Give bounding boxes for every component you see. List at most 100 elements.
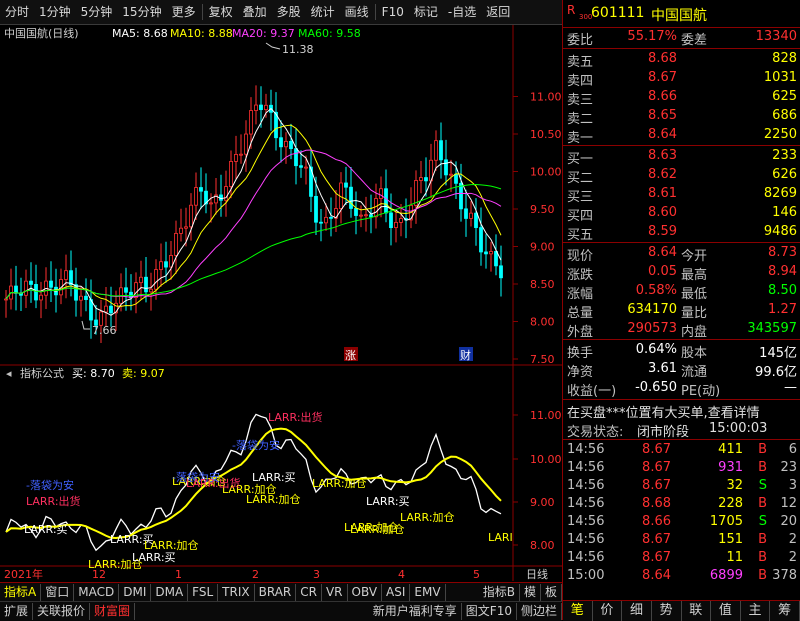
tick-side: B xyxy=(758,568,767,583)
indicator-tab-15[interactable]: 板 xyxy=(541,583,562,601)
price-axis-label: 8.50 xyxy=(530,278,555,291)
ask-price[interactable]: 8.64 xyxy=(648,127,677,142)
indicator-sell-value: 卖: 9.07 xyxy=(122,367,165,380)
quote-tab-5[interactable]: 值 xyxy=(711,601,741,621)
toolbar-item-8[interactable]: 统计 xyxy=(306,1,340,23)
signal-label: LARR:买 xyxy=(366,495,410,508)
indicator-tab-0[interactable]: 指标A xyxy=(0,583,42,601)
toolbar-item-9[interactable]: 画线 xyxy=(340,1,374,23)
stat-label-2: 流通 xyxy=(681,365,708,380)
notice-row[interactable]: 在买盘***位置有大买单,查看详情 xyxy=(563,402,800,421)
toolbar-item-7[interactable]: 多股 xyxy=(272,1,306,23)
trade-status-value: 闭市阶段 xyxy=(637,425,690,440)
indicator-tab-3[interactable]: DMI xyxy=(119,583,152,601)
tick-row: 14:56 8.66 1705 S 20 xyxy=(563,514,800,532)
toolbar-item-0[interactable]: 分时 xyxy=(0,1,34,23)
indicator-tab-2[interactable]: MACD xyxy=(74,583,120,601)
ask-price[interactable]: 8.68 xyxy=(648,51,677,66)
tick-volume: 6899 xyxy=(709,568,743,583)
tick-side: B xyxy=(758,532,767,547)
extension-tab-bar: 扩展 关联报价 财富圈 新用户福利专享 图文F10 侧边栏 xyxy=(0,601,562,621)
ma10-label: MA10: 8.88 xyxy=(170,27,233,40)
stat-value-2: — xyxy=(784,380,797,395)
extension-tab-4[interactable]: 图文F10 xyxy=(462,603,517,620)
toolbar-item-11[interactable]: 标记 xyxy=(409,1,443,23)
toolbar-item-2[interactable]: 5分钟 xyxy=(76,1,118,23)
indicator-axis-label: 9.00 xyxy=(530,496,555,509)
stat-label: 涨跌 xyxy=(567,268,594,283)
stock-name[interactable]: 中国国航 xyxy=(651,5,707,25)
indicator-tab-9[interactable]: VR xyxy=(322,583,348,601)
toolbar-item-13[interactable]: 返回 xyxy=(481,1,515,23)
indicator-collapse-icon[interactable]: ◂ xyxy=(6,367,12,380)
bid-price[interactable]: 8.59 xyxy=(648,224,677,239)
quote-tab-0[interactable]: 笔 xyxy=(563,601,593,621)
ask-price[interactable]: 8.65 xyxy=(648,108,677,123)
extension-tab-1[interactable]: 关联报价 xyxy=(33,603,91,620)
tick-price: 8.68 xyxy=(642,496,671,511)
indicator-tab-14[interactable]: 模 xyxy=(520,583,541,601)
stat-value: 0.58% xyxy=(635,283,677,298)
tick-count: 2 xyxy=(788,550,797,565)
extension-tab-5[interactable]: 侧边栏 xyxy=(517,603,562,620)
toolbar-item-1[interactable]: 1分钟 xyxy=(34,1,76,23)
ask-price[interactable]: 8.66 xyxy=(648,89,677,104)
bid-price[interactable]: 8.63 xyxy=(648,148,677,163)
indicator-tab-11[interactable]: ASI xyxy=(382,583,411,601)
quote-tab-2[interactable]: 细 xyxy=(622,601,652,621)
bid-price[interactable]: 8.60 xyxy=(648,205,677,220)
stock-code[interactable]: 601111 xyxy=(591,5,644,21)
extension-tab-3[interactable]: 新用户福利专享 xyxy=(369,603,462,620)
indicator-tab-4[interactable]: DMA xyxy=(151,583,189,601)
quote-tab-3[interactable]: 势 xyxy=(652,601,682,621)
indicator-tab-1[interactable]: 窗口 xyxy=(41,583,75,601)
toolbar-item-5[interactable]: 复权 xyxy=(204,1,238,23)
toolbar-item-12[interactable]: -自选 xyxy=(443,1,481,23)
quote-tab-4[interactable]: 联 xyxy=(682,601,712,621)
tick-row: 14:56 8.67 151 B 2 xyxy=(563,532,800,550)
price-axis-label: 7.50 xyxy=(530,353,555,366)
tick-volume: 411 xyxy=(718,442,743,457)
indicator-tab-7[interactable]: BRAR xyxy=(255,583,297,601)
stat-label: 换手 xyxy=(567,346,594,361)
indicator-tab-12[interactable]: EMV xyxy=(410,583,446,601)
indicator-tab-5[interactable]: FSL xyxy=(188,583,219,601)
stat-label-2: 内盘 xyxy=(681,325,708,340)
toolbar-item-10[interactable]: F10 xyxy=(377,1,409,23)
toolbar-item-4[interactable]: 更多 xyxy=(167,1,201,23)
indicator-tab-6[interactable]: TRIX xyxy=(218,583,255,601)
tick-price: 8.67 xyxy=(642,550,671,565)
period-label[interactable]: 日线 xyxy=(526,567,548,581)
weibi-label: 委比 xyxy=(567,33,594,48)
quote-tab-7[interactable]: 筹 xyxy=(770,601,800,621)
quote-tab-6[interactable]: 主 xyxy=(741,601,771,621)
signal-label: LARR:买 xyxy=(24,523,68,536)
ask-row: 卖五 8.68 828 xyxy=(563,51,800,70)
bid-price[interactable]: 8.61 xyxy=(648,186,677,201)
kline-chart-area[interactable]: 11.00 10.50 10.00 9.50 9.00 8.50 8.00 7.50 11.00… xyxy=(0,25,562,581)
quote-tab-1[interactable]: 价 xyxy=(593,601,623,621)
date-axis-apr: 4 xyxy=(398,568,405,581)
tick-volume: 11 xyxy=(726,550,743,565)
price-axis-label: 9.50 xyxy=(530,203,555,216)
indicator-buy-value: 买: 8.70 xyxy=(72,367,115,380)
ask-price[interactable]: 8.67 xyxy=(648,70,677,85)
big-order-notice[interactable]: 在买盘***位置有大买单,查看详情 xyxy=(567,402,760,421)
tick-volume: 931 xyxy=(718,460,743,475)
indicator-tab-13[interactable]: 指标B xyxy=(479,583,520,601)
bid-price[interactable]: 8.62 xyxy=(648,167,677,182)
indicator-tab-8[interactable]: CR xyxy=(296,583,322,601)
toolbar-item-6[interactable]: 叠加 xyxy=(238,1,272,23)
extension-tab-2[interactable]: 财富圈 xyxy=(90,603,136,620)
indicator-name[interactable]: 指标公式 xyxy=(20,366,64,380)
extension-tab-0[interactable]: 扩展 xyxy=(0,603,34,620)
indicator-tab-10[interactable]: OBV xyxy=(348,583,383,601)
ma20-label: MA20: 9.37 xyxy=(232,27,295,40)
stat-row: 净资 3.61 流通 99.6亿 xyxy=(563,361,800,380)
weicha-label: 委差 xyxy=(681,33,708,48)
signal-label: -落袋为安 xyxy=(26,478,74,492)
signal-label: LARR:加仓 xyxy=(344,520,399,534)
tick-price: 8.67 xyxy=(642,460,671,475)
toolbar-item-3[interactable]: 15分钟 xyxy=(117,1,166,23)
stat-value: 0.64% xyxy=(635,342,677,357)
